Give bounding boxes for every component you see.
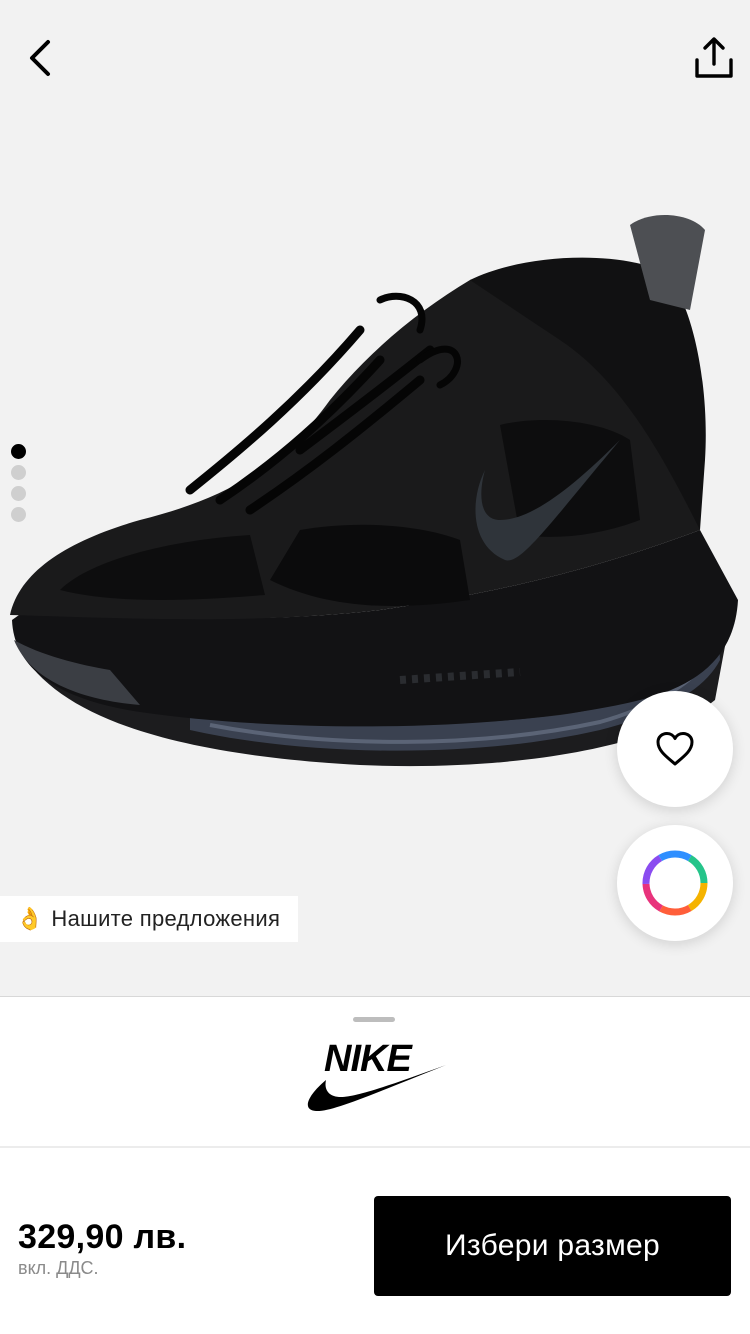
- brand-name: NIKE: [324, 1038, 413, 1080]
- share-upload-icon: [695, 37, 733, 78]
- product-image-gallery[interactable]: 👌 Нашите предложения: [0, 0, 750, 996]
- product-info-sheet[interactable]: NIKE: [0, 996, 750, 1146]
- vat-note: вкл. ДДС.: [18, 1258, 99, 1278]
- recommendations-label: Нашите предложения: [51, 906, 281, 931]
- purchase-bar: 329,90 лв. вкл. ДДС. Избери размер: [0, 1148, 750, 1334]
- heart-outline-icon: [656, 732, 694, 766]
- product-price: 329,90 лв.: [18, 1218, 187, 1256]
- pagination-dot[interactable]: [11, 486, 26, 501]
- chevron-left-icon: [30, 40, 50, 76]
- color-options-button[interactable]: [617, 825, 733, 941]
- share-button[interactable]: [682, 26, 746, 90]
- gallery-pagination: [11, 444, 26, 522]
- ok-hand-emoji: 👌: [16, 906, 44, 931]
- wishlist-button[interactable]: [617, 691, 733, 807]
- back-button[interactable]: [10, 26, 74, 90]
- sheet-drag-handle[interactable]: [353, 1017, 395, 1022]
- color-wheel-icon: [642, 850, 708, 916]
- pagination-dot[interactable]: [11, 507, 26, 522]
- pagination-dot[interactable]: [11, 465, 26, 480]
- brand-logo[interactable]: NIKE: [296, 1035, 452, 1117]
- select-size-button[interactable]: Избери размер: [374, 1196, 731, 1296]
- recommendations-chip[interactable]: 👌 Нашите предложения: [0, 896, 299, 942]
- pagination-dot-active[interactable]: [11, 444, 26, 459]
